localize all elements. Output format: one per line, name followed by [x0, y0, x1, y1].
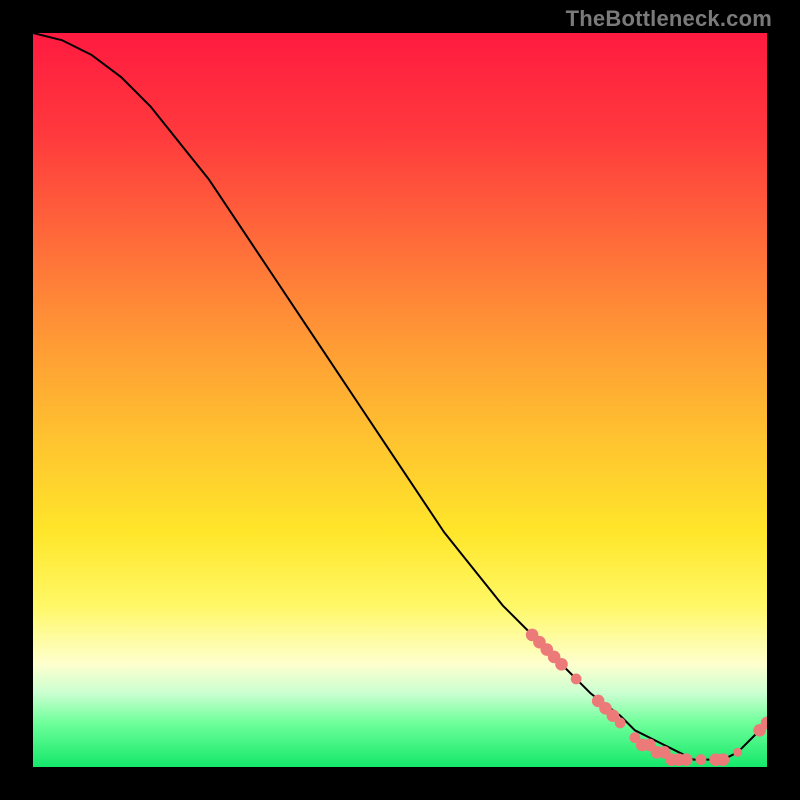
chart-marker	[733, 748, 742, 757]
chart-marker	[696, 754, 707, 765]
chart-curve	[33, 33, 767, 760]
chart-stage: TheBottleneck.com	[0, 0, 800, 800]
watermark-text: TheBottleneck.com	[566, 6, 772, 32]
chart-svg	[33, 33, 767, 767]
chart-marker	[615, 718, 626, 729]
chart-marker	[717, 753, 730, 766]
chart-marker	[571, 674, 582, 685]
chart-marker	[555, 658, 568, 671]
chart-plot-area	[33, 33, 767, 767]
chart-markers	[526, 629, 767, 766]
chart-marker	[680, 753, 693, 766]
